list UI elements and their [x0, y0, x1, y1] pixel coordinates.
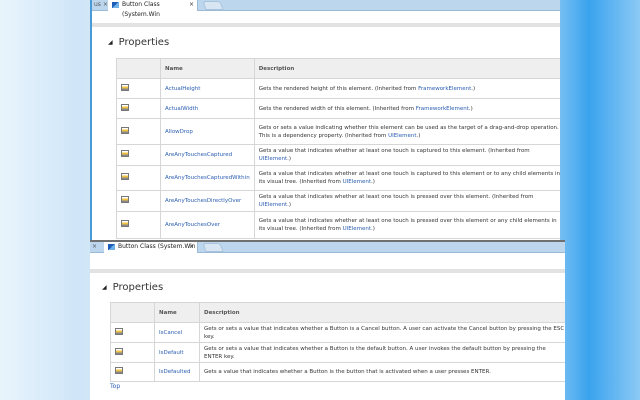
property-name-link[interactable]: AreAnyTouchesDirectlyOver	[165, 198, 241, 204]
inherited-from-link[interactable]: UIElement	[343, 179, 371, 185]
name-column-header: Name	[154, 302, 200, 323]
table-header: Name Description	[116, 58, 560, 79]
description-column-header: Description	[199, 302, 565, 323]
tab-button-class[interactable]: Button Class (System.Win ×	[108, 0, 198, 18]
property-description: Gets a value that indicates whether at l…	[253, 190, 560, 212]
tab-button-class[interactable]: Button Class (System.Win ×	[104, 242, 198, 253]
property-name-link[interactable]: AreAnyTouchesOver	[165, 222, 220, 228]
name-column-header: Name	[160, 58, 255, 79]
property-description: Gets a value that indicates whether at l…	[253, 165, 560, 191]
tab-label: us	[94, 1, 101, 8]
browser-page-icon	[108, 244, 115, 250]
property-name-link[interactable]: ActualHeight	[165, 86, 200, 92]
previous-tab[interactable]: us ×	[92, 0, 108, 11]
property-description: Gets or sets a value indicating whether …	[253, 118, 560, 145]
inherited-from-link[interactable]: FrameworkElement	[416, 106, 469, 112]
property-icon	[121, 126, 129, 134]
top-browser-window: us × Button Class (System.Win × ◢ Propert…	[90, 0, 560, 240]
inherited-from-link[interactable]: UIElement	[388, 133, 416, 139]
property-name-link[interactable]: IsDefault	[159, 350, 184, 356]
property-name-link[interactable]: AllowDrop	[165, 129, 193, 135]
table-row: ActualHeight Gets the rendered height of …	[116, 78, 560, 99]
property-description: Gets the rendered height of this element…	[253, 78, 560, 99]
property-name-link[interactable]: IsDefaulted	[159, 369, 190, 375]
bottom-browser-window: × Button Class (System.Win × ◢ Properties…	[90, 240, 565, 400]
collapse-triangle-icon[interactable]: ◢	[108, 39, 113, 46]
table-row: AreAnyTouchesDirectlyOver Gets a value th…	[116, 190, 560, 212]
property-icon	[121, 173, 129, 180]
description-column-header: Description	[253, 58, 560, 79]
property-icon	[121, 150, 129, 157]
property-description: Gets or sets a value that indicates whet…	[199, 322, 565, 343]
inherited-from-link[interactable]: UIElement	[259, 156, 287, 162]
properties-table: Name Description IsCancel Gets or sets a v…	[110, 302, 565, 382]
top-link[interactable]: Top	[110, 383, 120, 390]
close-icon[interactable]: ×	[92, 243, 97, 250]
property-icon	[115, 327, 123, 335]
table-header: Name Description	[110, 302, 565, 323]
tab-strip: us × Button Class (System.Win ×	[92, 0, 560, 18]
property-icon	[121, 196, 129, 203]
property-icon	[121, 220, 129, 227]
inherited-from-link[interactable]: UIElement	[259, 202, 287, 208]
property-icon	[115, 347, 123, 355]
table-row: ActualWidth Gets the rendered width of th…	[116, 98, 560, 119]
section-heading: ◢ Properties	[102, 282, 164, 293]
table-row: IsDefaulted Gets a value that indicates w…	[110, 362, 565, 382]
toolbar	[92, 11, 560, 27]
property-name-link[interactable]: IsCancel	[159, 330, 182, 336]
tab-title: Button Class (System.Win	[122, 1, 160, 18]
collapse-triangle-icon[interactable]: ◢	[102, 284, 107, 291]
property-icon	[121, 103, 129, 111]
table-row: IsDefault Gets or sets a value that indic…	[110, 342, 565, 363]
close-icon[interactable]: ×	[189, 0, 194, 10]
inherited-from-link[interactable]: FrameworkElement	[418, 86, 471, 92]
property-icon	[121, 83, 129, 91]
table-row: AreAnyTouchesCaptured Gets a value that i…	[116, 144, 560, 166]
table-row: AreAnyTouchesCapturedWithin Gets a value …	[116, 165, 560, 191]
property-name-link[interactable]: AreAnyTouchesCapturedWithin	[165, 175, 250, 181]
property-description: Gets the rendered width of this element.…	[253, 98, 560, 119]
property-name-link[interactable]: ActualWidth	[165, 106, 198, 112]
toolbar	[90, 253, 565, 273]
close-icon[interactable]: ×	[189, 242, 194, 252]
properties-table: Name Description ActualHeight Gets the ren…	[116, 58, 560, 239]
property-icon	[115, 367, 123, 374]
tab-strip: × Button Class (System.Win ×	[90, 242, 565, 253]
new-tab-button[interactable]	[202, 1, 224, 10]
inherited-from-link[interactable]: UIElement	[343, 226, 371, 232]
property-description: Gets a value that indicates whether at l…	[253, 144, 560, 166]
browser-page-icon	[112, 2, 119, 8]
property-description: Gets a value that indicates whether at l…	[253, 211, 560, 239]
section-heading: ◢ Properties	[108, 37, 170, 48]
property-description: Gets or sets a value that indicates whet…	[199, 342, 565, 363]
property-description: Gets a value that indicates whether a Bu…	[199, 362, 565, 382]
table-row: AllowDrop Gets or sets a value indicating…	[116, 118, 560, 145]
table-row: IsCancel Gets or sets a value that indica…	[110, 322, 565, 343]
new-tab-button[interactable]	[202, 243, 224, 252]
table-row: AreAnyTouchesOver Gets a value that indic…	[116, 211, 560, 239]
tab-title: Button Class (System.Win	[118, 243, 196, 250]
property-name-link[interactable]: AreAnyTouchesCaptured	[165, 152, 232, 158]
